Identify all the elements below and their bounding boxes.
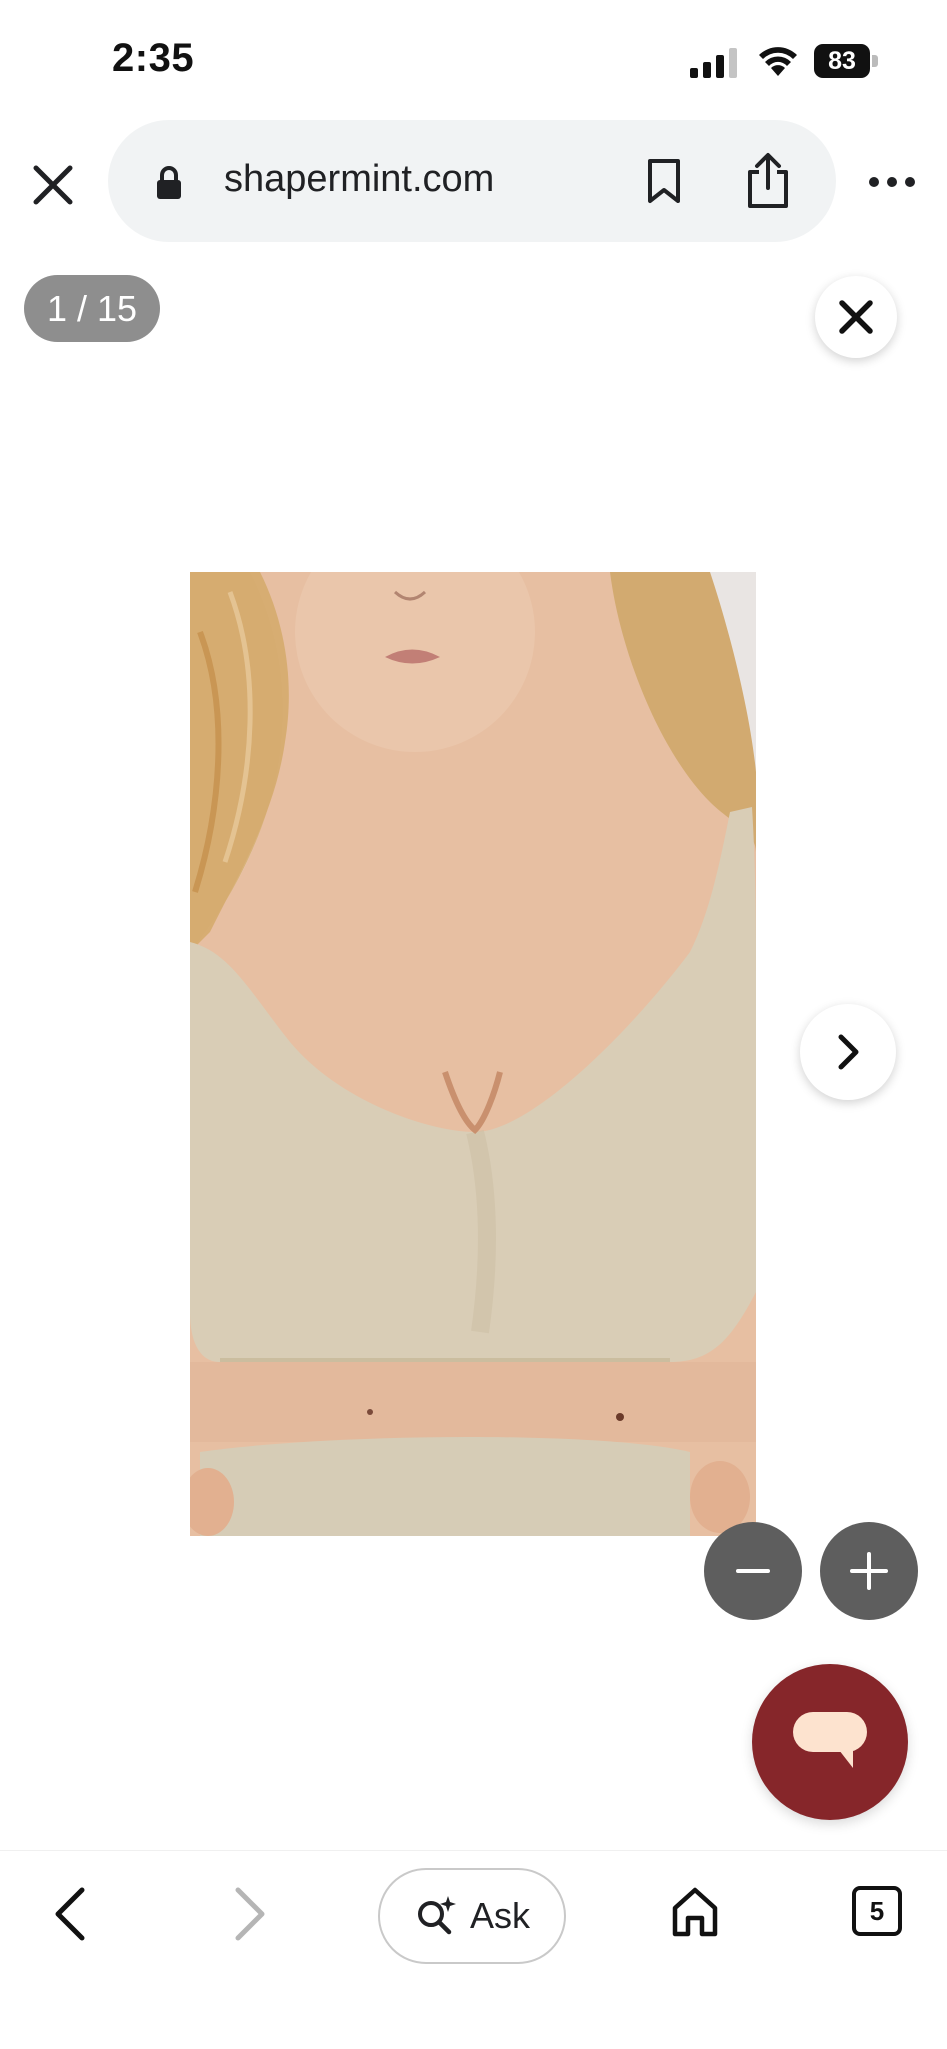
- zoom-in-button[interactable]: [820, 1522, 918, 1620]
- close-icon[interactable]: [28, 160, 78, 210]
- url-text[interactable]: shapermint.com: [224, 158, 494, 201]
- plus-icon: [850, 1552, 888, 1590]
- more-icon[interactable]: [868, 170, 916, 194]
- next-image-button[interactable]: [800, 1004, 896, 1100]
- back-icon[interactable]: [48, 1884, 92, 1944]
- share-icon[interactable]: [744, 152, 792, 210]
- chat-button[interactable]: [752, 1664, 908, 1820]
- ask-label: Ask: [469, 1895, 530, 1936]
- close-icon: [839, 300, 873, 334]
- battery-level: 83: [814, 44, 870, 78]
- home-icon[interactable]: [670, 1886, 720, 1938]
- zoom-out-button[interactable]: [704, 1522, 802, 1620]
- image-counter: 1 / 15: [24, 275, 160, 342]
- lock-icon: [157, 166, 181, 199]
- minus-icon: [736, 1569, 770, 1573]
- status-time: 2:35: [112, 36, 195, 80]
- gallery-close-button[interactable]: [815, 276, 897, 358]
- tab-count: 5: [869, 1895, 885, 1926]
- tabs-button[interactable]: 5: [852, 1886, 902, 1936]
- chat-icon: [793, 1712, 867, 1768]
- battery-icon: 83: [814, 44, 880, 80]
- bookmark-icon[interactable]: [646, 158, 682, 204]
- forward-icon[interactable]: [228, 1884, 272, 1944]
- ask-button[interactable]: Ask: [378, 1868, 566, 1964]
- wifi-icon: [759, 47, 797, 76]
- chevron-right-icon: [838, 1034, 859, 1070]
- cellular-signal-icon: [690, 48, 737, 78]
- sparkle-search-icon: [417, 1896, 456, 1935]
- product-image: [190, 572, 756, 1536]
